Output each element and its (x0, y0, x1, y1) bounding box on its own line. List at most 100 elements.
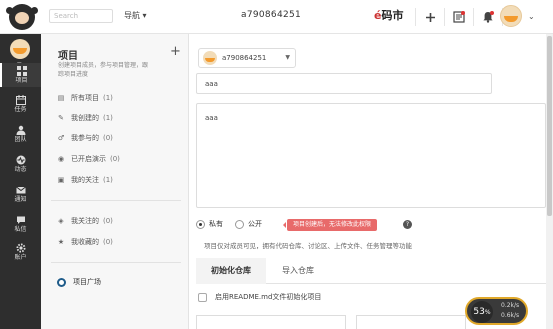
rail-item-notifications[interactable]: 通知 (0, 182, 41, 206)
add-project-button[interactable]: + (170, 44, 181, 59)
plus-icon[interactable] (423, 10, 437, 24)
panel-item-label: 我的关注 (71, 176, 99, 184)
brand-logo[interactable]: é码市 (374, 7, 403, 23)
panel-item-label: 所有项目 (71, 94, 99, 102)
archive-icon: ▣ (57, 176, 65, 184)
project-name-input[interactable]: aaa (196, 73, 492, 94)
nav-menu-label: 导航 (124, 11, 140, 20)
nav-menu[interactable]: 导航 ▾ (124, 10, 147, 21)
tab-import-repo[interactable]: 导入仓库 (266, 258, 330, 284)
public-label[interactable]: 公开 (248, 219, 262, 229)
chevron-down-icon[interactable]: ⌄ (528, 12, 535, 21)
rail-item-activity[interactable]: 动态 (0, 152, 41, 176)
upload-speed: 0.2k/s (501, 302, 520, 309)
rail-item-team[interactable]: 团队 (0, 122, 41, 146)
user-icon: ♂ (57, 134, 65, 142)
divider (444, 8, 445, 26)
rail-label: 通知 (14, 196, 27, 203)
panel-item-created[interactable]: ✎ 我创建的 (1) (57, 112, 177, 124)
play-icon: ◉ (57, 155, 65, 163)
panel-title: 项目 (58, 51, 78, 62)
private-label[interactable]: 私有 (209, 219, 223, 229)
top-bar: Search 导航 ▾ a790864251 é码市 ⌄ (0, 0, 553, 34)
top-icons (408, 6, 510, 28)
project-panel: 项目 + 创建项目成员，参与项目管理，跟踪项目进度 ▤ 所有项目 (1) ✎ 我… (41, 34, 189, 329)
rail-label: 账户 (14, 254, 27, 261)
page-title: a790864251 (241, 10, 302, 20)
rail-label: 团队 (14, 136, 27, 143)
panel-item-label: 已开启演示 (71, 155, 106, 163)
panel-item-count: (1) (103, 114, 113, 122)
rail-item-tasks[interactable]: 任务 (0, 92, 41, 116)
panel-item-demo[interactable]: ◉ 已开启演示 (0) (57, 153, 177, 165)
visibility-tooltip: 项目创建后，无法修改此权限 (282, 219, 378, 231)
brand-text: 码市 (381, 9, 404, 22)
scrollbar[interactable] (546, 34, 553, 329)
network-speed-widget[interactable]: 53% 0.2k/s 0.6k/s (465, 297, 528, 325)
grid-icon (16, 66, 27, 76)
app-root: Search 导航 ▾ a790864251 é码市 ⌄ 项目 任务 团队 动态… (0, 0, 553, 329)
compass-icon (57, 277, 66, 287)
panel-item-label: 我参与的 (71, 134, 99, 142)
panel-item-followed[interactable]: ▣ 我的关注 (1) (57, 174, 177, 186)
rail-label: 项目 (15, 77, 28, 84)
panel-item-label: 我创建的 (71, 114, 99, 122)
chevron-down-icon: ▼ (285, 54, 290, 61)
repo-tabs: 初始化仓库 导入仓库 (196, 258, 546, 284)
panel-item-label: 我收藏的 (71, 238, 99, 246)
rail-item-account[interactable]: 账户 (0, 240, 41, 264)
star-icon: ★ (57, 238, 65, 246)
rail-avatar[interactable] (10, 39, 30, 59)
panel-item-starred[interactable]: ★ 我收藏的 (0) (57, 236, 177, 248)
divider (415, 8, 416, 26)
divider (51, 262, 181, 263)
panel-item-count: (0) (103, 238, 113, 246)
bell-icon[interactable] (481, 10, 495, 24)
chevron-down-icon: ▾ (142, 11, 147, 20)
cpu-usage-value: 53% (471, 301, 493, 323)
readme-label: 启用README.md文件初始化项目 (215, 293, 322, 301)
panel-item-all[interactable]: ▤ 所有项目 (1) (57, 92, 177, 104)
panel-description: 创建项目成员，参与项目管理，跟踪项目进度 (58, 62, 149, 78)
edit-icon: ✎ (58, 114, 64, 122)
license-select[interactable] (356, 315, 466, 329)
rail-label: 私信 (14, 226, 27, 233)
panel-item-joined[interactable]: ♂ 我参与的 (0) (57, 132, 177, 144)
panel-item-label: 我关注的 (71, 217, 99, 225)
team-icon (16, 125, 25, 135)
public-radio[interactable] (235, 219, 244, 229)
rail-label: 动态 (14, 166, 27, 173)
panel-item-count: (0) (103, 134, 113, 142)
rail-label: 任务 (14, 106, 27, 113)
visibility-options: 私有 公开 (196, 218, 262, 230)
visibility-note: 项目仅对成员可见，拥有代码仓库、讨论区、上传文件、任务管理等功能 (204, 242, 412, 250)
owner-select[interactable]: a790864251 ▼ (198, 48, 296, 68)
readme-option[interactable]: 启用README.md文件初始化项目 (198, 292, 321, 302)
scrollbar-thumb[interactable] (547, 36, 552, 216)
project-plaza-link[interactable]: 项目广场 (57, 277, 101, 287)
search-input[interactable]: Search (49, 9, 113, 23)
user-avatar[interactable] (500, 5, 522, 27)
rail-item-messages[interactable]: 私信 (0, 212, 41, 236)
readme-checkbox[interactable] (198, 292, 207, 302)
monkey-logo-icon[interactable] (6, 4, 38, 30)
owner-avatar (203, 51, 217, 65)
private-radio[interactable] (196, 219, 205, 229)
list-icon: ▤ (57, 94, 65, 102)
gitignore-select[interactable] (196, 315, 346, 329)
calendar-icon (15, 95, 26, 105)
project-description-textarea[interactable]: aaa (196, 103, 546, 208)
help-icon[interactable]: ? (403, 220, 412, 229)
chat-icon (16, 216, 25, 224)
panel-item-watching[interactable]: ◈ 我关注的 (0) (57, 215, 177, 227)
panel-item-count: (0) (110, 155, 120, 163)
eye-icon: ◈ (58, 217, 64, 225)
task-list-icon[interactable] (452, 10, 466, 24)
tab-init-repo[interactable]: 初始化仓库 (196, 258, 266, 284)
pulse-icon (16, 155, 25, 165)
rail-item-projects[interactable]: 项目 (0, 63, 41, 87)
divider (51, 200, 181, 201)
left-rail: ▼ 项目 任务 团队 动态 通知 私信 账户 (0, 34, 41, 329)
plaza-label: 项目广场 (73, 278, 101, 286)
download-speed: 0.6k/s (501, 312, 520, 319)
